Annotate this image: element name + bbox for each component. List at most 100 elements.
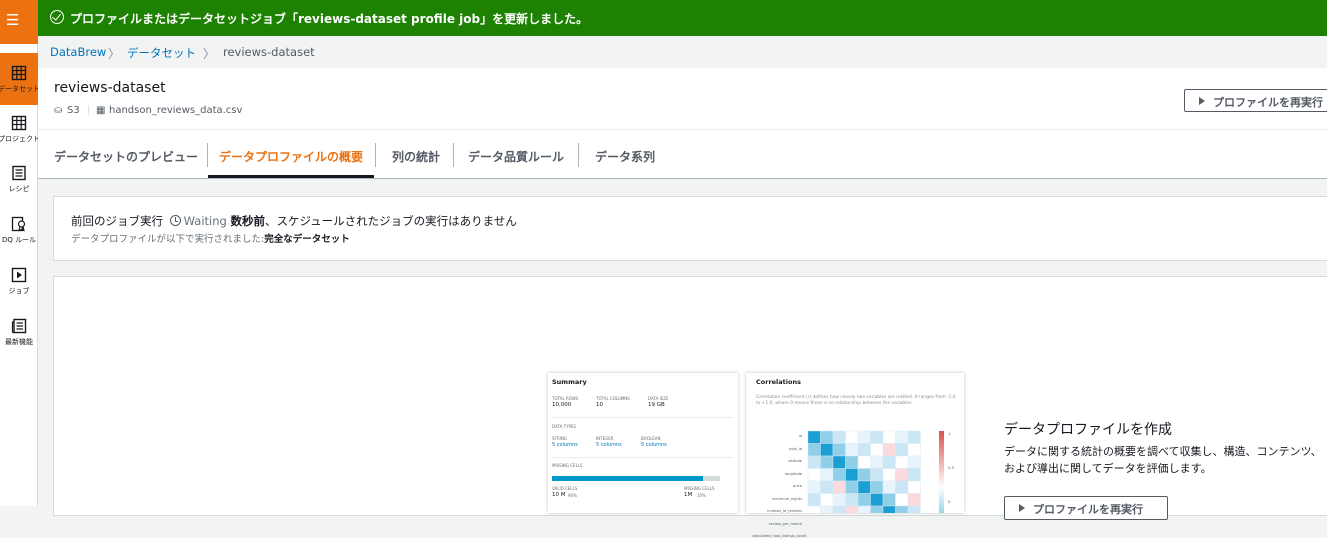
tab-divider <box>375 143 376 167</box>
missing-cells-label: MISSING CELLS <box>684 486 715 491</box>
chevron-right-icon: 〉 <box>203 47 216 61</box>
sidebar-item-recipes[interactable]: レシピ <box>0 153 38 205</box>
meta-divider: | <box>87 105 91 116</box>
breadcrumb-datasets[interactable]: データセット <box>127 45 196 61</box>
heatmap-cell <box>870 443 884 457</box>
missing-cells-heading: MISSING CELLS <box>552 463 583 468</box>
heatmap-cell <box>895 430 909 444</box>
ribbon-icon <box>11 216 26 232</box>
heatmap-cell <box>870 430 884 444</box>
tab-data-quality-rules[interactable]: データ品質ルール <box>460 130 572 178</box>
table-icon <box>11 65 27 81</box>
correlation-row-label: review_per_month <box>768 521 802 526</box>
heatmap-cell <box>882 493 896 507</box>
summary-title: Summary <box>552 378 587 386</box>
heatmap-cell <box>820 443 834 457</box>
divider <box>552 457 734 458</box>
data-size-value: 19 GB <box>648 402 665 408</box>
rerun-profile-label: プロファイルを再実行 <box>1213 96 1323 109</box>
heatmap-cell <box>845 455 859 469</box>
sidebar: ☰ データセット プロジェクト レシピ DQ ルール ジョブ 最新機能 <box>0 0 38 506</box>
heatmap-cell <box>882 455 896 469</box>
job-scope-value: 完全なデータセット <box>264 234 350 245</box>
job-prefix: 前回のジョブ実行 <box>71 214 163 228</box>
total-rows-value: 10,000 <box>552 402 572 408</box>
sidebar-item-jobs[interactable]: ジョブ <box>0 255 38 307</box>
sidebar-item-whats-new[interactable]: 最新機能 <box>0 306 38 358</box>
sidebar-item-projects[interactable]: プロジェクト <box>0 103 38 155</box>
cta-description: データに関する統計の概要を調べて収集し、構造、コンテンツ、および導出に関してデー… <box>1004 445 1322 475</box>
data-types-label: DATA TYPES <box>552 424 576 429</box>
job-status-line: 前回のジョブ実行 Waiting 数秒前、スケジュールされたジョブの実行はありま… <box>71 213 517 229</box>
heatmap-cell <box>820 455 834 469</box>
heatmap-cell <box>882 468 896 482</box>
check-circle-icon <box>50 10 64 24</box>
table-icon: ▦ <box>96 105 106 116</box>
dataset-header: reviews-dataset ⛀ S3 | ▦ handson_reviews… <box>38 68 1327 130</box>
heatmap-cell <box>832 430 846 444</box>
heatmap-cell <box>857 493 871 507</box>
menu-button[interactable]: ☰ <box>0 0 38 44</box>
heatmap-cell <box>845 430 859 444</box>
heatmap-cell <box>807 468 821 482</box>
chevron-right-icon: 〉 <box>108 47 121 61</box>
scale-tick-label: 1 <box>948 431 951 436</box>
heatmap-cell <box>882 430 896 444</box>
heatmap-cell <box>895 505 909 513</box>
sidebar-item-datasets[interactable]: データセット <box>0 53 38 105</box>
cta-rerun-profile-button[interactable]: プロファイルを再実行 <box>1004 496 1168 520</box>
heatmap-cell <box>895 493 909 507</box>
breadcrumb-databrew[interactable]: DataBrew <box>50 45 106 59</box>
breadcrumb-current: reviews-dataset <box>223 45 315 59</box>
heatmap-cell <box>832 505 846 513</box>
news-icon <box>11 318 27 334</box>
tab-data-lineage[interactable]: データ系列 <box>582 130 668 178</box>
heatmap-cell <box>907 455 921 469</box>
divider <box>552 417 734 418</box>
heatmap-cell <box>857 455 871 469</box>
heatmap-cell <box>857 430 871 444</box>
heatmap-cell <box>907 430 921 444</box>
list-icon <box>12 165 26 181</box>
rerun-profile-button[interactable]: プロファイルを再実行 <box>1184 89 1327 112</box>
type-string-value: 5 columns <box>552 442 578 448</box>
bucket-icon: ⛀ <box>54 105 63 116</box>
heatmap-cell <box>870 493 884 507</box>
valid-cells-fill <box>552 476 704 481</box>
data-size-label: DATA SIZE <box>648 396 669 401</box>
job-status-card: 前回のジョブ実行 Waiting 数秒前、スケジュールされたジョブの実行はありま… <box>53 196 1327 261</box>
heatmap-cell <box>857 468 871 482</box>
heatmap-cell <box>820 493 834 507</box>
sidebar-item-label: レシピ <box>8 185 30 193</box>
scale-tick-label: 0 <box>948 499 951 504</box>
heatmap-cell <box>895 480 909 494</box>
sidebar-item-label: プロジェクト <box>0 135 38 143</box>
heatmap-cell <box>807 493 821 507</box>
type-integer-label: INTEGER <box>596 436 614 441</box>
heatmap-cell <box>870 505 884 513</box>
heatmap-cell <box>895 455 909 469</box>
heatmap-cell <box>807 455 821 469</box>
total-rows-label: TOTAL ROWS <box>552 396 579 401</box>
tab-column-statistics[interactable]: 列の統計 <box>378 130 454 178</box>
heatmap-cell <box>907 505 921 513</box>
cta-button-label: プロファイルを再実行 <box>1033 503 1143 516</box>
tab-data-profile-overview[interactable]: データプロファイルの概要 <box>208 130 374 178</box>
heatmap-cell <box>895 468 909 482</box>
correlation-row-label: calculated_host_listings_count <box>752 534 807 538</box>
clock-icon <box>169 215 181 226</box>
heatmap-cell <box>845 443 859 457</box>
total-columns-value: 10 <box>596 402 603 408</box>
heatmap-cell <box>820 505 834 513</box>
heatmap-cell <box>845 493 859 507</box>
sidebar-item-dq-rules[interactable]: DQ ルール <box>0 204 38 256</box>
correlation-heatmap: 10.50-0.5 <box>807 430 955 513</box>
heatmap-cell <box>907 480 921 494</box>
missing-cells-value: 1M <box>684 492 693 498</box>
grid-icon <box>11 115 27 131</box>
heatmap-cell <box>907 468 921 482</box>
tab-dataset-preview[interactable]: データセットのプレビュー <box>54 130 198 178</box>
sidebar-item-label: データセット <box>0 85 38 93</box>
heatmap-cell <box>882 505 896 513</box>
heatmap-cell <box>807 505 821 513</box>
